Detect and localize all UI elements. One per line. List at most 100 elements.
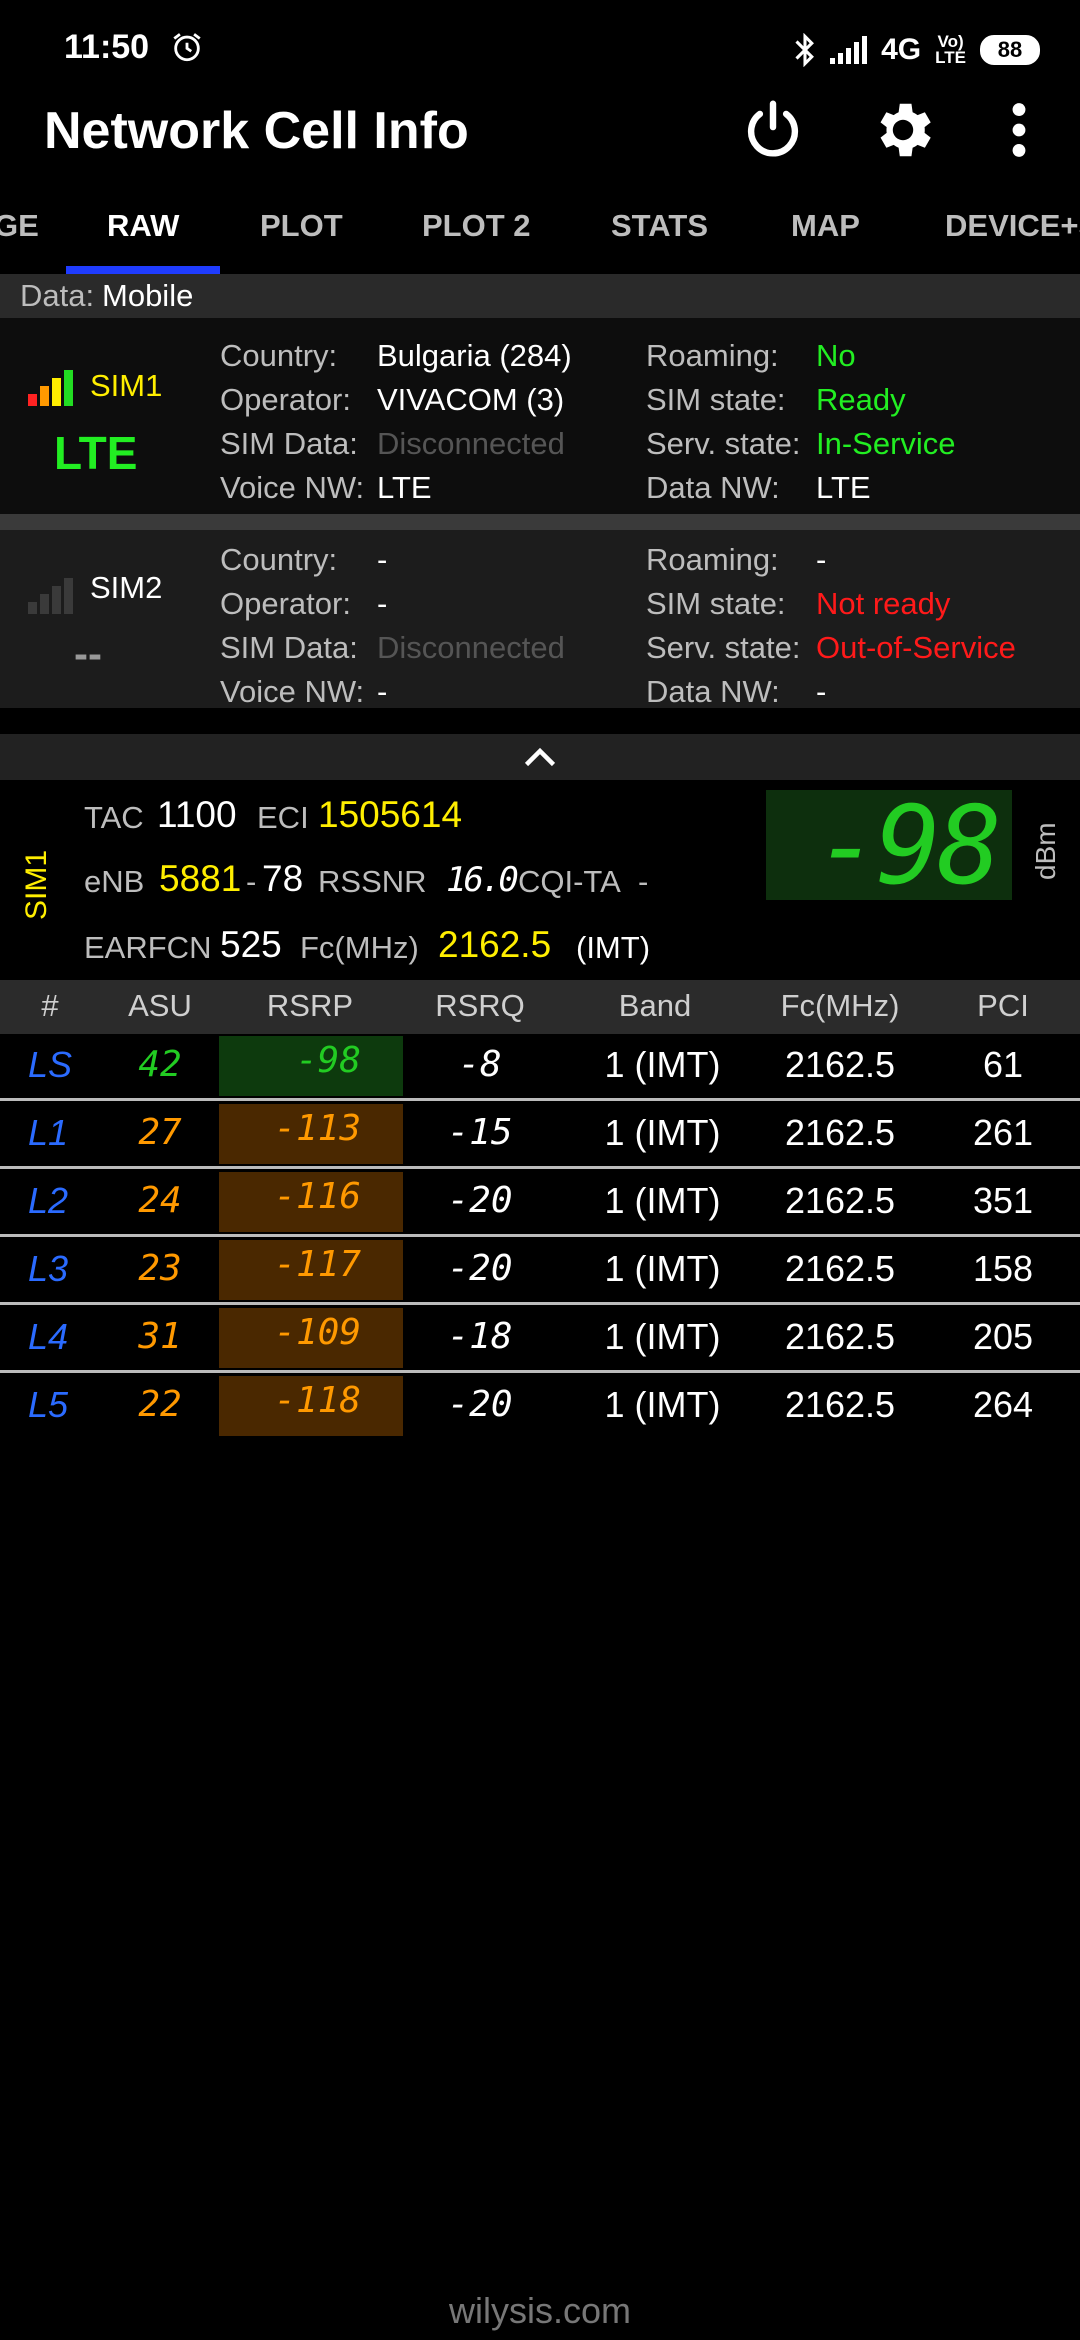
tab-plot-2[interactable]: PLOT 2 bbox=[422, 208, 531, 244]
table-row: L1 27 -113 -15 1 (IMT) 2162.5 261 bbox=[0, 1102, 1080, 1168]
sim1-sim-state: Ready bbox=[816, 382, 906, 417]
cell-band: 1 (IMT) bbox=[604, 1316, 721, 1357]
collapse-bar[interactable] bbox=[0, 734, 1080, 780]
cell-band: 1 (IMT) bbox=[604, 1248, 721, 1289]
cell-rsrp: -117 bbox=[274, 1244, 361, 1285]
serving-sim-label: SIM1 bbox=[20, 849, 53, 920]
app-title: Network Cell Info bbox=[44, 102, 469, 160]
row-divider bbox=[0, 1166, 1080, 1169]
status-icons: 4G Vo) LTE 88 bbox=[794, 28, 1040, 72]
rsrp-unit: dBm bbox=[1030, 822, 1061, 880]
rsrp-cell: -109 bbox=[219, 1308, 403, 1368]
cell-rsrq: -15 bbox=[447, 1112, 513, 1153]
table-row: L5 22 -118 -20 1 (IMT) 2162.5 264 bbox=[0, 1374, 1080, 1440]
rsrp-big-value: -98 bbox=[814, 784, 1002, 909]
cell-fc: 2162.5 bbox=[784, 1248, 896, 1289]
bluetooth-icon bbox=[795, 33, 815, 67]
table-row: LS 42 -98 -8 1 (IMT) 2162.5 61 bbox=[0, 1034, 1080, 1100]
sim1-serv-state-label: Serv. state: bbox=[646, 426, 801, 461]
sim1-country-label: Country: bbox=[220, 338, 338, 373]
chevron-up-icon[interactable] bbox=[522, 742, 558, 772]
tab-plot[interactable]: PLOT bbox=[260, 208, 343, 244]
cell-asu: 22 bbox=[138, 1384, 182, 1425]
serving-cell-panel: SIM1 TAC 1100 ECI 1505614 eNB 5881 - 78 … bbox=[0, 780, 1080, 980]
cell-rsrp: -109 bbox=[274, 1312, 361, 1353]
sim2-roaming-label: Roaming: bbox=[646, 542, 779, 577]
sim1-sim-state-label: SIM state: bbox=[646, 382, 786, 417]
cell-pci: 61 bbox=[982, 1044, 1024, 1085]
sim1-serv-state: In-Service bbox=[816, 426, 956, 461]
sim1-tech: LTE bbox=[54, 427, 138, 479]
cell-id: L2 bbox=[28, 1180, 69, 1221]
tab-stats[interactable]: STATS bbox=[611, 208, 708, 244]
sim1-roaming-label: Roaming: bbox=[646, 338, 779, 373]
sim2-sim-data-label: SIM Data: bbox=[220, 630, 358, 665]
sim2-country-label: Country: bbox=[220, 542, 338, 577]
enb-label: eNB bbox=[84, 864, 145, 899]
cell-id: L4 bbox=[28, 1316, 69, 1357]
status-time: 11:50 bbox=[64, 28, 150, 66]
cell-rsrq: -18 bbox=[447, 1316, 513, 1357]
more-options-icon[interactable] bbox=[984, 95, 1054, 165]
header-band: Band bbox=[618, 988, 692, 1023]
data-label: Data: bbox=[20, 278, 95, 313]
sim1-roaming: No bbox=[816, 338, 856, 373]
cell-band: 1 (IMT) bbox=[604, 1180, 721, 1221]
sim1-voice-nw: LTE bbox=[377, 470, 432, 505]
sim1-sim-data: Disconnected bbox=[377, 426, 565, 461]
cell-rsrq: -20 bbox=[447, 1180, 513, 1221]
tab-raw[interactable]: RAW bbox=[107, 208, 179, 244]
volte-icon: Vo) LTE bbox=[935, 32, 966, 67]
alarm-icon bbox=[173, 33, 201, 62]
fc-label: Fc(MHz) bbox=[300, 930, 419, 965]
tab-bar: GE RAW PLOT PLOT 2 STATS MAP DEVICE+S bbox=[0, 200, 1080, 274]
power-icon[interactable] bbox=[738, 95, 808, 165]
cell-rsrp: -113 bbox=[274, 1108, 361, 1149]
sim2-panel: SIM2 -- Country: - Operator: - SIM Data:… bbox=[0, 530, 1080, 709]
cell-asu: 42 bbox=[138, 1044, 182, 1085]
sim2-operator: - bbox=[377, 586, 388, 621]
sim2-name: SIM2 bbox=[90, 570, 163, 605]
sim1-operator-label: Operator: bbox=[220, 382, 351, 417]
cell-rsrp: -116 bbox=[274, 1176, 361, 1217]
earfcn-label: EARFCN bbox=[84, 930, 212, 965]
row-divider bbox=[0, 1098, 1080, 1101]
cell-id-value: 78 bbox=[262, 858, 304, 899]
tab-map[interactable]: MAP bbox=[791, 208, 860, 244]
eci-label: ECI bbox=[257, 800, 309, 835]
cell-id: L3 bbox=[28, 1248, 69, 1289]
tab-device[interactable]: DEVICE+S bbox=[945, 208, 1080, 244]
battery-level: 88 bbox=[997, 37, 1023, 62]
cell-rsrq: -20 bbox=[447, 1248, 513, 1289]
cqi-ta-value: - bbox=[638, 864, 649, 899]
sim1-sim-data-label: SIM Data: bbox=[220, 426, 358, 461]
cqi-ta-label: CQI-TA bbox=[518, 864, 621, 899]
cell-pci: 351 bbox=[972, 1180, 1034, 1221]
sim1-operator: VIVACOM (3) bbox=[377, 382, 565, 417]
cell-rsrp: -118 bbox=[274, 1380, 361, 1421]
cell-id: LS bbox=[28, 1044, 73, 1085]
sim2-tech: -- bbox=[74, 630, 102, 677]
cell-asu: 23 bbox=[138, 1248, 182, 1289]
cell-fc: 2162.5 bbox=[784, 1384, 896, 1425]
cell-id: L5 bbox=[28, 1384, 69, 1425]
active-tab-indicator bbox=[66, 266, 220, 274]
earfcn-value: 525 bbox=[220, 924, 282, 965]
row-divider bbox=[0, 1302, 1080, 1305]
cell-pci: 264 bbox=[972, 1384, 1034, 1425]
tac-value: 1100 bbox=[157, 794, 237, 835]
cell-asu: 27 bbox=[138, 1112, 182, 1153]
band-name: (IMT) bbox=[576, 930, 651, 965]
cell-asu: 24 bbox=[138, 1180, 182, 1221]
cell-rsrp: -98 bbox=[295, 1040, 361, 1081]
network-type: 4G bbox=[881, 33, 922, 66]
sim1-signal-icon bbox=[28, 370, 73, 406]
rsrp-cell: -117 bbox=[219, 1240, 403, 1300]
fc-value: 2162.5 bbox=[438, 924, 552, 965]
header-asu: ASU bbox=[128, 988, 192, 1023]
cell-band: 1 (IMT) bbox=[604, 1044, 721, 1085]
sim2-data-nw-label: Data NW: bbox=[646, 674, 780, 709]
tab-ge[interactable]: GE bbox=[0, 208, 39, 244]
settings-icon[interactable] bbox=[868, 95, 938, 165]
table-row: L4 31 -109 -18 1 (IMT) 2162.5 205 bbox=[0, 1306, 1080, 1372]
